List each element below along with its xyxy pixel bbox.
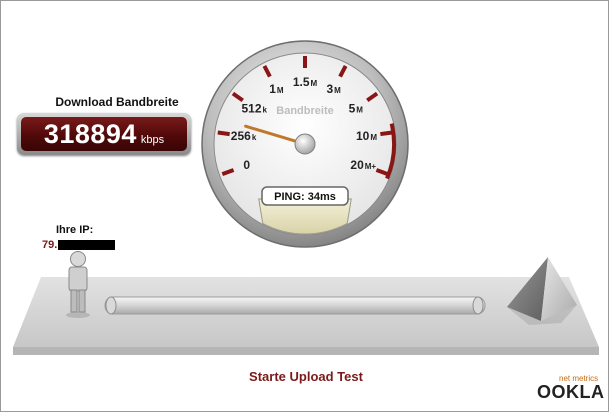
gauge-tick	[380, 130, 393, 137]
speedtest-panel: Download Bandbreite 318894 kbps 0 256k 5…	[0, 0, 609, 412]
start-upload-test-button[interactable]: Starte Upload Test	[216, 369, 396, 384]
ping-text: PING: 34ms	[274, 191, 336, 203]
speed-gauge: 0256k512k1M1.5M 3M5M10M20M+ Bandbreite PI…	[201, 40, 409, 248]
logo-name: OOKLA	[537, 382, 605, 402]
gauge-tick-label: 0	[243, 158, 250, 172]
ip-label: Ihre IP:	[56, 224, 94, 236]
gauge-hub	[294, 133, 316, 155]
gauge-center-label: Bandbreite	[276, 105, 333, 117]
ip-redaction-bar	[58, 240, 115, 250]
ping-badge: PING: 34ms	[261, 186, 349, 206]
ip-value: 79.	[42, 239, 58, 251]
ookla-logo: net metrics OOKLA	[537, 374, 605, 404]
gauge-tick	[217, 130, 230, 137]
